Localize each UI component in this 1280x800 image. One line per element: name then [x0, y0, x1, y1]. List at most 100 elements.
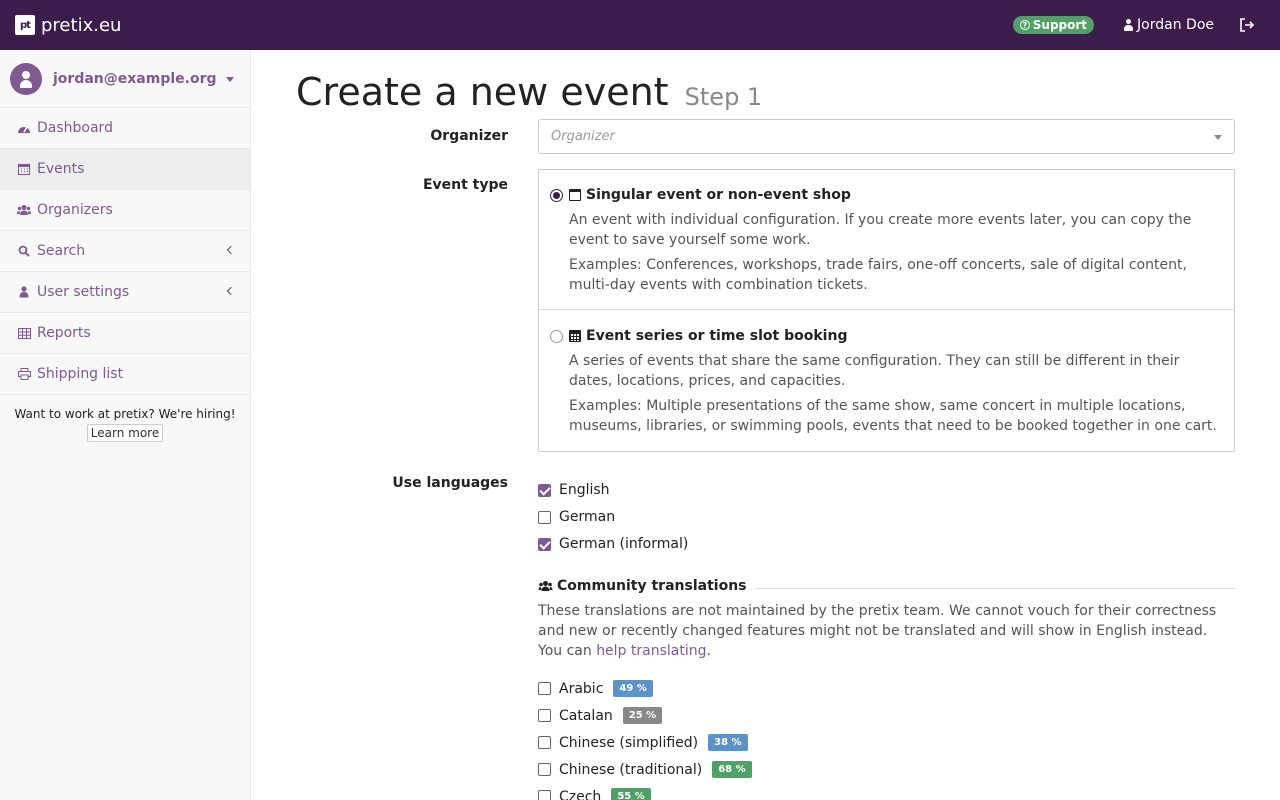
event-type-desc: An event with individual configuration. … [569, 212, 1192, 248]
translation-percent-badge: 38 % [708, 734, 748, 751]
checkbox[interactable] [538, 736, 551, 749]
community-title: Community translations [557, 578, 747, 594]
account-switcher[interactable]: jordan@example.org [0, 50, 250, 108]
user-name: Jordan Doe [1137, 17, 1214, 33]
sidebar-item-events[interactable]: Events [0, 149, 250, 190]
event-type-radio-singular[interactable] [550, 189, 563, 202]
language-checkbox-english[interactable]: English [538, 482, 610, 498]
checkbox[interactable] [538, 483, 551, 497]
checkbox[interactable] [538, 537, 551, 551]
caret-down-icon [226, 77, 234, 82]
sidebar-item-shipping-list[interactable]: Shipping list [0, 354, 250, 395]
language-label: Chinese (traditional) [559, 761, 703, 778]
sidebar-item-reports[interactable]: Reports [0, 313, 250, 354]
translation-percent-badge: 68 % [712, 761, 752, 778]
sidebar-item-label: Organizers [37, 202, 113, 218]
user-icon [1124, 19, 1134, 31]
table-icon [17, 326, 31, 340]
sidebar-item-label: User settings [37, 284, 130, 300]
hiring-text: Want to work at pretix? We're hiring! [14, 407, 236, 421]
chevron-left-icon [226, 286, 236, 296]
organizer-select[interactable]: Organizer [538, 119, 1235, 154]
brand-link[interactable]: pt pretix.eu [15, 15, 121, 36]
checkbox[interactable] [538, 510, 551, 524]
sidebar-item-label: Search [37, 243, 86, 259]
event-type-title-text: Event series or time slot booking [586, 328, 848, 344]
account-email: jordan@example.org [53, 70, 217, 87]
checkbox[interactable] [538, 790, 551, 800]
event-type-examples: Examples: Conferences, workshops, trade … [569, 257, 1187, 293]
sidebar-item-label: Reports [37, 325, 91, 341]
organizer-placeholder: Organizer [551, 129, 615, 144]
organizer-label: Organizer [430, 128, 508, 144]
community-language-catalan[interactable]: Catalan 25 % [538, 707, 663, 724]
checkbox[interactable] [538, 763, 551, 776]
avatar [10, 62, 42, 95]
translation-percent-badge: 55 % [611, 788, 651, 800]
sidebar: jordan@example.org Dashboard Events Orga… [0, 50, 251, 800]
event-type-examples: Examples: Multiple presentations of the … [569, 398, 1217, 434]
translation-percent-badge: 25 % [622, 707, 663, 724]
main-content: Create a new event Step 1 Organizer Orga… [251, 50, 1280, 800]
language-label: Chinese (simplified) [559, 734, 699, 751]
community-desc-end: . [706, 643, 711, 659]
sidebar-item-search[interactable]: Search [0, 231, 250, 272]
calendar-icon [569, 330, 581, 342]
support-label: Support [1032, 18, 1088, 32]
calendar-o-icon [569, 189, 581, 201]
page-title-text: Create a new event [296, 70, 669, 114]
event-type-desc: A series of events that share the same c… [569, 353, 1180, 389]
language-label: Catalan [559, 707, 613, 724]
language-label: Arabic [559, 680, 604, 697]
dashboard-icon [17, 121, 31, 135]
sidebar-item-user-settings[interactable]: User settings [0, 272, 250, 313]
help-translating-link[interactable]: help translating [596, 643, 706, 659]
language-label: German (informal) [559, 536, 689, 552]
event-type-title: Event series or time slot booking [569, 328, 847, 344]
user-icon [17, 285, 31, 299]
top-navbar: pt pretix.eu ? Support Jordan Doe [0, 0, 1280, 50]
calendar-icon [17, 162, 31, 176]
community-language-arabic[interactable]: Arabic 49 % [538, 680, 653, 697]
translation-percent-badge: 49 % [613, 680, 653, 697]
community-language-chinese-simplified[interactable]: Chinese (simplified) 38 % [538, 734, 748, 751]
sidebar-item-label: Dashboard [37, 120, 113, 136]
learn-more-button[interactable]: Learn more [86, 424, 164, 442]
language-label: English [559, 482, 610, 498]
sidebar-item-organizers[interactable]: Organizers [0, 190, 250, 231]
event-type-title: Singular event or non-event shop [569, 187, 851, 203]
users-icon [17, 203, 31, 217]
checkbox[interactable] [538, 682, 551, 695]
community-language-chinese-traditional[interactable]: Chinese (traditional) 68 % [538, 761, 752, 778]
event-type-group: Singular event or non-event shop An even… [538, 169, 1235, 452]
search-icon [17, 244, 31, 258]
pretix-logo: pt [15, 15, 35, 35]
logout-icon[interactable] [1240, 18, 1254, 32]
community-language-czech[interactable]: Czech 55 % [538, 788, 651, 800]
page-title: Create a new event Step 1 [296, 70, 762, 114]
language-label: German [559, 509, 616, 525]
language-checkbox-german[interactable]: German [538, 509, 615, 525]
sidebar-item-label: Events [37, 161, 85, 177]
sidebar-item-dashboard[interactable]: Dashboard [0, 108, 250, 149]
brand-name: pretix.eu [41, 14, 122, 36]
user-menu-link[interactable]: Jordan Doe [1124, 17, 1214, 33]
community-translations-heading: Community translations [538, 578, 1235, 594]
checkbox[interactable] [538, 709, 551, 722]
event-type-option-series[interactable]: Event series or time slot booking A seri… [539, 311, 1234, 452]
languages-label: Use languages [392, 475, 508, 491]
event-type-label: Event type [422, 177, 508, 193]
hiring-notice: Want to work at pretix? We're hiring! Le… [0, 395, 250, 442]
support-button[interactable]: ? Support [1012, 16, 1095, 34]
language-label: Czech [559, 788, 602, 800]
divider [754, 587, 1235, 589]
chevron-down-icon [1214, 135, 1222, 140]
language-checkbox-german-informal[interactable]: German (informal) [538, 536, 688, 552]
sidebar-item-label: Shipping list [37, 366, 124, 382]
users-icon [538, 580, 553, 592]
event-type-radio-series[interactable] [550, 330, 563, 343]
event-type-title-text: Singular event or non-event shop [586, 187, 851, 203]
question-icon: ? [1019, 20, 1030, 30]
event-type-option-singular[interactable]: Singular event or non-event shop An even… [539, 170, 1234, 310]
print-icon [17, 367, 31, 381]
